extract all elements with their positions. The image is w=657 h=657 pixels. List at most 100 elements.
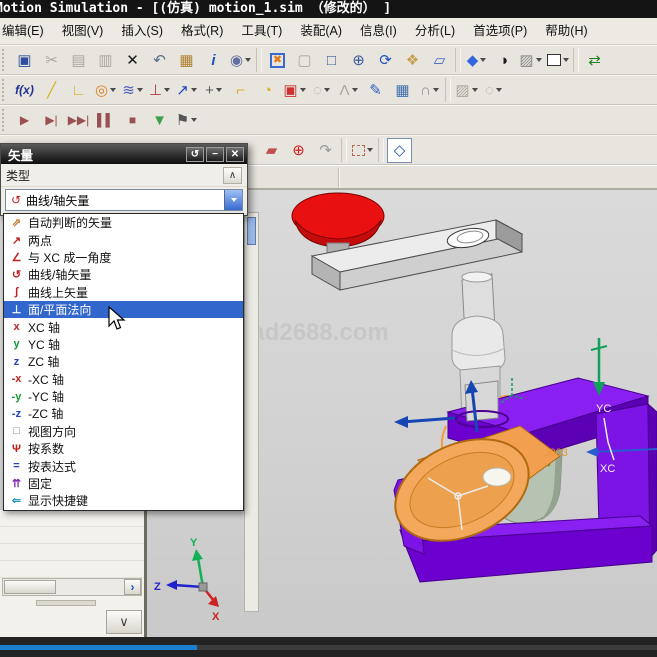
- vector-type-by-expression[interactable]: =按表达式: [4, 457, 243, 474]
- dropdown-caret-icon: [110, 88, 116, 92]
- menu-help[interactable]: 帮助(H): [536, 18, 596, 44]
- dialog-minimize-button[interactable]: −: [206, 147, 224, 162]
- scroll-right-button[interactable]: ›: [124, 579, 141, 595]
- toolbar-grip[interactable]: [2, 49, 8, 71]
- toolbar-grip[interactable]: [2, 79, 8, 101]
- vector-type-combobox[interactable]: ↺ 曲线/轴矢量: [5, 189, 243, 211]
- gears-button[interactable]: ◎: [93, 78, 118, 103]
- animation-edit-button[interactable]: ✎: [363, 78, 388, 103]
- rotate-view-button[interactable]: ⟳: [373, 48, 398, 73]
- step-forward-button[interactable]: ▶|: [39, 108, 64, 133]
- display-disabled-button[interactable]: ▢: [292, 48, 317, 73]
- snap-open-box-button[interactable]: ◇: [387, 138, 412, 163]
- vector-type-neg-xc-axis[interactable]: -x-XC 轴: [4, 371, 243, 388]
- vector-type-zc-axis[interactable]: zZC 轴: [4, 353, 243, 370]
- tool-disabled-b-button[interactable]: ◌: [481, 78, 506, 103]
- section-collapse-button[interactable]: ∧: [223, 167, 242, 184]
- combobox-dropdown-button[interactable]: [224, 190, 242, 210]
- vector-dialog-titlebar[interactable]: 矢量 ↺ − ✕: [1, 144, 247, 164]
- show-shortcuts[interactable]: ⇐显示快捷键: [4, 492, 243, 509]
- stop-button[interactable]: ■: [120, 108, 145, 133]
- dialog-close-button[interactable]: ✕: [226, 147, 244, 162]
- vector-type-view-direction[interactable]: □视图方向: [4, 423, 243, 440]
- snap-deselect-button[interactable]: ▰: [259, 138, 284, 163]
- vector-type-on-curve[interactable]: ∫曲线上矢量: [4, 284, 243, 301]
- undo-button[interactable]: ↶: [147, 48, 172, 73]
- panel-collapse-button[interactable]: ∨: [106, 610, 142, 634]
- link-button[interactable]: ╱: [39, 78, 64, 103]
- tool-disabled-a-button[interactable]: ▨: [454, 78, 479, 103]
- resource-bar-scroll-thumb[interactable]: [247, 217, 256, 245]
- fast-forward-button[interactable]: ▶▶|: [66, 108, 91, 133]
- snap-rotate-point-button[interactable]: ⊕: [286, 138, 311, 163]
- play-button[interactable]: ▶: [12, 108, 37, 133]
- body-force-button[interactable]: ↗: [174, 78, 199, 103]
- spreadsheet-button[interactable]: ▦: [390, 78, 415, 103]
- resource-bar-scrollbar[interactable]: [244, 212, 259, 612]
- menu-preferences[interactable]: 首选项(P): [464, 18, 536, 44]
- vector-type-fixed[interactable]: ⇈固定: [4, 475, 243, 492]
- background-button[interactable]: [545, 48, 570, 73]
- joint-coupler-icon: ⌐: [236, 82, 245, 99]
- menu-view[interactable]: 视图(V): [53, 18, 113, 44]
- horizontal-scrollbar[interactable]: ›: [2, 578, 142, 596]
- toolbar-grip[interactable]: [2, 109, 8, 131]
- trace-button[interactable]: Λ: [336, 78, 361, 103]
- select-rectangle-button[interactable]: [350, 138, 375, 163]
- spring-button[interactable]: ≋: [120, 78, 145, 103]
- measure-button[interactable]: ◌: [309, 78, 334, 103]
- delete-button[interactable]: ✕: [120, 48, 145, 73]
- clip-section-button[interactable]: ▨: [518, 48, 543, 73]
- menu-insert[interactable]: 插入(S): [112, 18, 172, 44]
- finish-animation-button[interactable]: ⚑: [174, 108, 199, 133]
- zoom-box-button[interactable]: □: [319, 48, 344, 73]
- copy-button[interactable]: ▤: [66, 48, 91, 73]
- cut-button[interactable]: ✂: [39, 48, 64, 73]
- menu-edit[interactable]: 编辑(E): [0, 18, 53, 44]
- dashed-rectangle-icon: [352, 145, 365, 156]
- video-player-bar[interactable]: [0, 637, 657, 657]
- export-movie-button[interactable]: ▼: [147, 108, 172, 133]
- pan-view-button[interactable]: ❖: [400, 48, 425, 73]
- vector-type-neg-yc-axis[interactable]: -y-YC 轴: [4, 388, 243, 405]
- vector-type-neg-zc-axis[interactable]: -z-ZC 轴: [4, 405, 243, 422]
- zoom-in-out-button[interactable]: ⊕: [346, 48, 371, 73]
- fit-view-button[interactable]: ✖: [265, 48, 290, 73]
- paste-button[interactable]: ▥: [93, 48, 118, 73]
- navigator-row: [0, 544, 144, 561]
- vector-type-yc-axis[interactable]: yYC 轴: [4, 336, 243, 353]
- vector-type-curve-axis[interactable]: ↺曲线/轴矢量: [4, 266, 243, 283]
- panel-splitter[interactable]: [36, 600, 96, 606]
- gear-coupler-button[interactable]: ◔: [255, 78, 280, 103]
- menu-information[interactable]: 信息(I): [351, 18, 406, 44]
- marker-button[interactable]: ▣: [282, 78, 307, 103]
- menu-format[interactable]: 格式(R): [172, 18, 232, 44]
- object-information-button[interactable]: i: [201, 48, 226, 73]
- menu-tools[interactable]: 工具(T): [232, 18, 291, 44]
- damper-button[interactable]: ⊥: [147, 78, 172, 103]
- vector-type-by-coefficients[interactable]: Ψ按系数: [4, 440, 243, 457]
- edit-object-display-button[interactable]: ▦: [174, 48, 199, 73]
- display-mode-button[interactable]: ◑: [491, 48, 516, 73]
- vector-type-two-points[interactable]: ↗两点: [4, 231, 243, 248]
- video-progress-track[interactable]: [0, 645, 657, 650]
- find-component-button[interactable]: ◉: [228, 48, 253, 73]
- perspective-button[interactable]: ▱: [427, 48, 452, 73]
- vector-type-angle-to-xc[interactable]: ∠与 XC 成一角度: [4, 249, 243, 266]
- dialog-reset-button[interactable]: ↺: [186, 147, 204, 162]
- menu-analysis[interactable]: 分析(L): [406, 18, 464, 44]
- joint-button[interactable]: ∟: [66, 78, 91, 103]
- toolbar-playback: ▶ ▶| ▶▶| ▌▌ ■ ▼ ⚑: [0, 105, 657, 135]
- smart-point-button[interactable]: +: [201, 78, 226, 103]
- shaded-display-button[interactable]: ◆: [464, 48, 489, 73]
- snap-orbit-button[interactable]: ↷: [313, 138, 338, 163]
- scrollbar-thumb[interactable]: [4, 580, 56, 594]
- orient-csys-button[interactable]: ⇄: [582, 48, 607, 73]
- save-button[interactable]: ▣: [12, 48, 37, 73]
- vector-type-inferred[interactable]: ⇗自动判断的矢量: [4, 214, 243, 231]
- pause-button[interactable]: ▌▌: [93, 108, 118, 133]
- xy-graphing-button[interactable]: ∩: [417, 78, 442, 103]
- expression-button[interactable]: f(x): [12, 78, 37, 103]
- joint-coupler-button[interactable]: ⌐: [228, 78, 253, 103]
- menu-assemblies[interactable]: 装配(A): [291, 18, 351, 44]
